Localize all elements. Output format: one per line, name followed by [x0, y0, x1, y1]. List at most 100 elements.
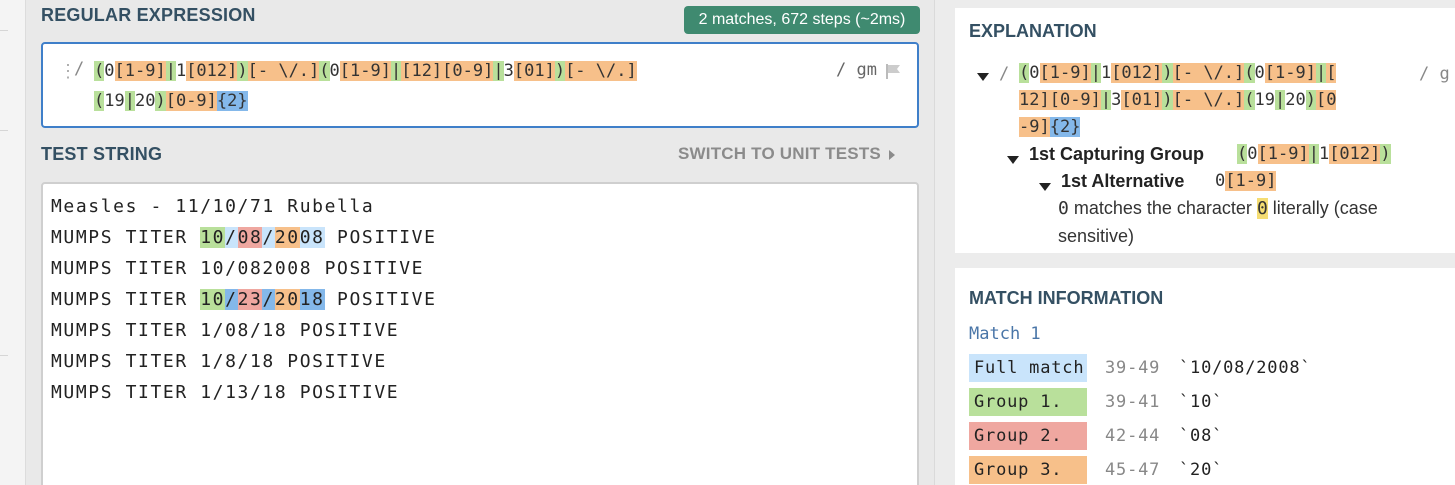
regex-token[interactable]: ) [237, 61, 248, 81]
switch-to-unit-tests-button[interactable]: SWITCH TO UNIT TESTS [678, 144, 895, 164]
explanation-token[interactable]: [1-9] [1264, 63, 1316, 83]
explanation-token[interactable]: | [1100, 90, 1112, 110]
explanation-token[interactable]: 0 [1255, 63, 1265, 83]
explanation-token[interactable]: | [1308, 144, 1319, 164]
test-text: MUMPS TITER 1/8/18 POSITIVE [51, 351, 387, 372]
regex-token[interactable]: [1-9] [339, 61, 391, 81]
explanation-token[interactable]: | [1090, 63, 1101, 83]
sidebar-divider [0, 355, 8, 356]
match-group-label[interactable]: Group 2. [969, 422, 1087, 450]
explanation-token[interactable]: ) [1162, 63, 1173, 83]
explanation-token[interactable]: | [1275, 90, 1286, 110]
regex-line-2: (19|20)[0-9]{2} [94, 88, 248, 115]
explanation-token[interactable]: 0 [1029, 63, 1039, 83]
match-highlight: 18 [299, 289, 325, 310]
test-string-line: MUMPS TITER 1/8/18 POSITIVE [51, 349, 387, 375]
explanation-token[interactable]: [- \/.] [1172, 90, 1245, 110]
regex-token[interactable]: [12] [401, 61, 443, 81]
regex-token[interactable]: 0 [104, 61, 114, 81]
test-text: MUMPS TITER [51, 289, 201, 310]
explanation-token[interactable]: -9] [1019, 117, 1050, 137]
explanation-token[interactable]: ) [1305, 90, 1316, 110]
test-text: Measles - 11/10/71 Rubella [51, 196, 375, 217]
regex-token[interactable]: [0-9] [165, 91, 217, 111]
regex-token[interactable]: 0 [330, 61, 340, 81]
explanation-token[interactable]: [1-9] [1257, 144, 1309, 164]
collapse-triangle-icon[interactable] [1039, 183, 1051, 191]
match-count-badge: 2 matches, 672 steps (~2ms) [684, 6, 920, 34]
match-group-label[interactable]: Group 1. [969, 388, 1087, 416]
regex-token[interactable]: [0-9] [442, 61, 494, 81]
regex-flags[interactable]: / gm [836, 60, 877, 80]
regex-token[interactable]: 19 [104, 91, 124, 111]
alternative1-label: 1st Alternative [1061, 171, 1185, 191]
explanation-token[interactable]: 1 [1101, 63, 1111, 83]
match-highlight: 10 [200, 227, 226, 248]
explanation-token[interactable]: | [1315, 63, 1327, 83]
explanation-regex-line-1: (0[1-9]|1[012])[- \/.](0[1-9]|[ [1019, 60, 1337, 87]
explanation-token[interactable]: ( [1237, 144, 1248, 164]
match-highlight: / [225, 289, 238, 310]
regex-token[interactable]: {2} [216, 91, 248, 111]
regex-token[interactable]: ) [554, 61, 566, 81]
regex-token[interactable]: [- \/.] [565, 61, 637, 81]
explanation-token[interactable]: [1-9] [1225, 171, 1277, 191]
explanation-token[interactable]: [012] [1111, 63, 1163, 83]
regex-token[interactable]: | [165, 61, 176, 81]
token-description: 0 matches the character 0 literally (cas… [1058, 198, 1378, 219]
token-description-continued: sensitive) [1058, 226, 1135, 246]
explanation-token[interactable]: ( [1244, 90, 1255, 110]
test-string-line: MUMPS TITER 10/23/2018 POSITIVE [51, 287, 437, 313]
regex-token[interactable]: ( [94, 91, 105, 111]
explanation-token[interactable]: ) [1162, 90, 1173, 110]
test-text: POSITIVE [324, 289, 437, 310]
collapse-triangle-icon[interactable] [1007, 156, 1019, 164]
test-string-input[interactable]: Measles - 11/10/71 Rubella MUMPS TITER 10… [41, 182, 919, 485]
explanation-token[interactable]: 0 [1215, 171, 1225, 191]
flag-icon[interactable] [884, 63, 902, 79]
regex-token[interactable]: | [124, 91, 135, 111]
regex-token[interactable]: [1-9] [114, 61, 166, 81]
explanation-token[interactable]: 1 [1319, 144, 1329, 164]
collapse-triangle-icon[interactable] [977, 73, 989, 81]
test-string-line: MUMPS TITER 1/13/18 POSITIVE [51, 380, 399, 406]
explanation-token[interactable]: [01] [1121, 90, 1163, 110]
regex-token[interactable]: 3 [504, 61, 514, 81]
match-highlight: / [225, 227, 238, 248]
explanation-token[interactable]: 19 [1255, 90, 1275, 110]
match-value: `08` [1179, 426, 1224, 446]
regex-token[interactable]: ) [155, 91, 166, 111]
explanation-token[interactable]: [1-9] [1039, 63, 1091, 83]
explanation-token[interactable]: [ [1326, 63, 1337, 83]
explanation-token[interactable]: ( [1019, 63, 1030, 83]
explanation-token[interactable]: 0 [1247, 144, 1257, 164]
explanation-token[interactable]: ( [1244, 63, 1255, 83]
match-group-label[interactable]: Full match [969, 354, 1087, 382]
regex-token[interactable]: | [390, 61, 402, 81]
regex-token[interactable]: 1 [176, 61, 186, 81]
explanation-token[interactable]: [0-9] [1049, 90, 1101, 110]
regex-token[interactable]: | [493, 61, 504, 81]
regex-token[interactable]: [01] [513, 61, 555, 81]
regex-token[interactable]: ( [94, 61, 105, 81]
regex-token[interactable]: [- \/.] [247, 61, 320, 81]
regex-token[interactable]: ( [319, 61, 330, 81]
explanation-token[interactable]: 3 [1111, 90, 1121, 110]
test-string-line: Measles - 11/10/71 Rubella [51, 194, 374, 220]
regex-token[interactable]: 20 [135, 91, 155, 111]
group1-label: 1st Capturing Group [1029, 144, 1204, 164]
right-panel: EXPLANATION / / g (0[1-9]|1[012])[- \/.]… [934, 0, 1455, 485]
explanation-token[interactable]: {2} [1049, 117, 1081, 137]
regex-token[interactable]: [012] [186, 61, 238, 81]
explanation-delimiter: / [999, 64, 1010, 84]
explanation-token[interactable]: 12] [1019, 90, 1050, 110]
explanation-token[interactable]: [012] [1329, 144, 1381, 164]
regex-input[interactable]: ⋮ / (0[1-9]|1[012])[- \/.](0[1-9]|[12][0… [41, 42, 919, 128]
explanation-token[interactable]: 20 [1285, 90, 1305, 110]
match-value: `10` [1179, 392, 1224, 412]
explanation-token[interactable]: [0 [1315, 90, 1337, 110]
explanation-token[interactable]: [- \/.] [1172, 63, 1245, 83]
explanation-token[interactable]: ) [1380, 144, 1391, 164]
match-group-label[interactable]: Group 3. [969, 456, 1087, 484]
explanation-regex-line-2: 12][0-9]|3[01])[- \/.](19|20)[0 [1019, 87, 1337, 114]
